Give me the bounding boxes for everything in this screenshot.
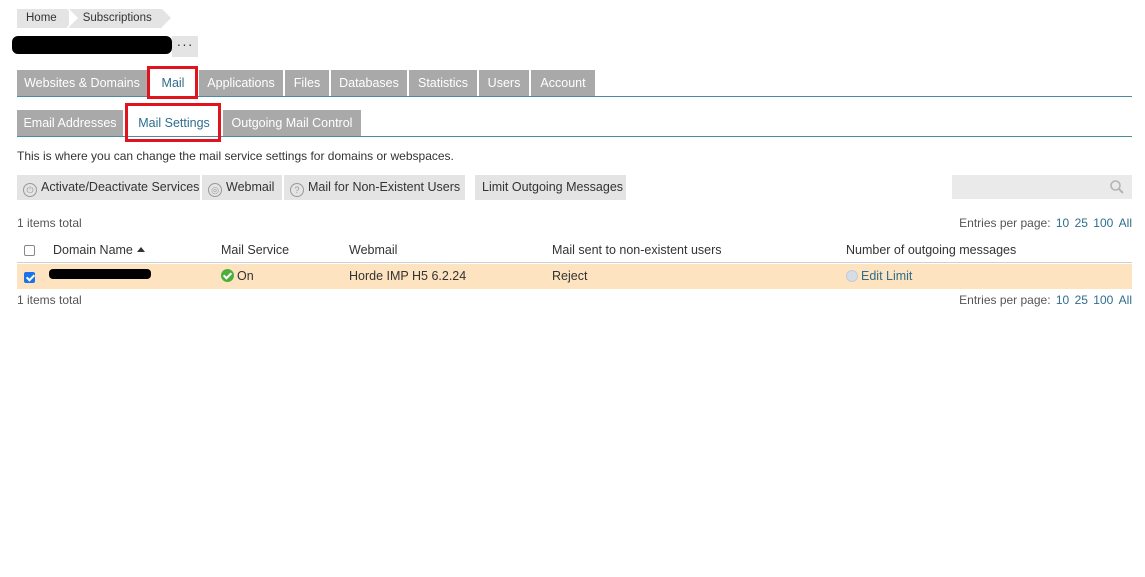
tab-outgoing-mail-control[interactable]: Outgoing Mail Control — [223, 110, 361, 136]
domain-name-redacted[interactable] — [49, 269, 151, 279]
tab-account[interactable]: Account — [531, 70, 595, 96]
main-tabs: Websites & Domains Mail Applications Fil… — [17, 70, 1132, 97]
question-icon: ? — [290, 183, 304, 197]
column-domain-name[interactable]: Domain Name — [53, 243, 145, 257]
tab-files[interactable]: Files — [285, 70, 329, 96]
table-header: Domain Name Mail Service Webmail Mail se… — [17, 240, 1132, 263]
items-total-top: 1 items total — [17, 216, 82, 230]
edit-limit-label: Edit Limit — [861, 269, 913, 283]
tab-mail-settings[interactable]: Mail Settings — [127, 110, 221, 136]
tab-email-addresses[interactable]: Email Addresses — [17, 110, 123, 136]
page-size-25[interactable]: 25 — [1075, 293, 1088, 307]
column-outgoing-messages: Number of outgoing messages — [846, 243, 1017, 257]
breadcrumb-home[interactable]: Home — [17, 9, 76, 28]
webmail-button[interactable]: ◎ Webmail — [202, 175, 282, 200]
page-size-100[interactable]: 100 — [1093, 216, 1113, 230]
tab-users[interactable]: Users — [479, 70, 529, 96]
entries-per-page-top: Entries per page: 10 25 100 All — [959, 216, 1132, 230]
column-webmail: Webmail — [349, 243, 398, 257]
page-description: This is where you can change the mail se… — [17, 149, 454, 163]
select-all-checkbox[interactable] — [24, 245, 35, 256]
subscription-title-redacted — [12, 36, 172, 54]
page-size-10[interactable]: 10 — [1056, 216, 1069, 230]
breadcrumb-subscriptions[interactable]: Subscriptions — [68, 9, 171, 28]
breadcrumb: Home Subscriptions — [17, 9, 171, 28]
limit-outgoing-label: Limit Outgoing Messages — [482, 180, 624, 194]
column-non-existent: Mail sent to non-existent users — [552, 243, 722, 257]
non-existent-label: Mail for Non-Existent Users — [308, 180, 461, 194]
page-size-100[interactable]: 100 — [1093, 293, 1113, 307]
non-existent-value: Reject — [552, 269, 588, 283]
items-total-bottom: 1 items total — [17, 293, 82, 307]
tab-statistics[interactable]: Statistics — [409, 70, 477, 96]
page-size-25[interactable]: 25 — [1075, 216, 1088, 230]
page-size-all[interactable]: All — [1119, 293, 1132, 307]
mail-service-status: On — [221, 269, 254, 283]
edit-limit-link[interactable]: Edit Limit — [846, 269, 912, 283]
page-size-10[interactable]: 10 — [1056, 293, 1069, 307]
limit-outgoing-button[interactable]: Limit Outgoing Messages — [475, 175, 626, 200]
search-icon[interactable] — [1109, 179, 1125, 195]
row-checkbox[interactable] — [24, 272, 35, 283]
activate-label: Activate/Deactivate Services — [41, 180, 200, 194]
tab-databases[interactable]: Databases — [331, 70, 407, 96]
entries-label: Entries per page: — [959, 293, 1051, 307]
webmail-label: Webmail — [226, 180, 275, 194]
entries-label: Entries per page: — [959, 216, 1051, 230]
page-size-all[interactable]: All — [1119, 216, 1132, 230]
tab-applications[interactable]: Applications — [199, 70, 283, 96]
table-row[interactable]: On Horde IMP H5 6.2.24 Reject Edit Limit — [17, 264, 1132, 289]
sub-tabs: Email Addresses Mail Settings Outgoing M… — [17, 110, 1132, 137]
power-icon: ⏻ — [23, 183, 37, 197]
non-existent-users-button[interactable]: ? Mail for Non-Existent Users — [284, 175, 465, 200]
check-circle-icon — [221, 269, 234, 282]
entries-per-page-bottom: Entries per page: 10 25 100 All — [959, 293, 1132, 307]
more-actions-button[interactable]: ··· — [172, 36, 198, 57]
domain-header-label: Domain Name — [53, 243, 133, 257]
tab-websites-domains[interactable]: Websites & Domains — [17, 70, 147, 96]
search-input[interactable] — [952, 175, 1132, 199]
globe-icon: ◎ — [208, 183, 222, 197]
webmail-value: Horde IMP H5 6.2.24 — [349, 269, 467, 283]
sort-ascending-icon — [136, 247, 145, 252]
column-mail-service: Mail Service — [221, 243, 290, 257]
tab-mail[interactable]: Mail — [149, 70, 197, 96]
activate-deactivate-button[interactable]: ⏻ Activate/Deactivate Services — [17, 175, 200, 200]
limit-icon — [846, 270, 858, 282]
mail-service-value: On — [237, 269, 254, 283]
